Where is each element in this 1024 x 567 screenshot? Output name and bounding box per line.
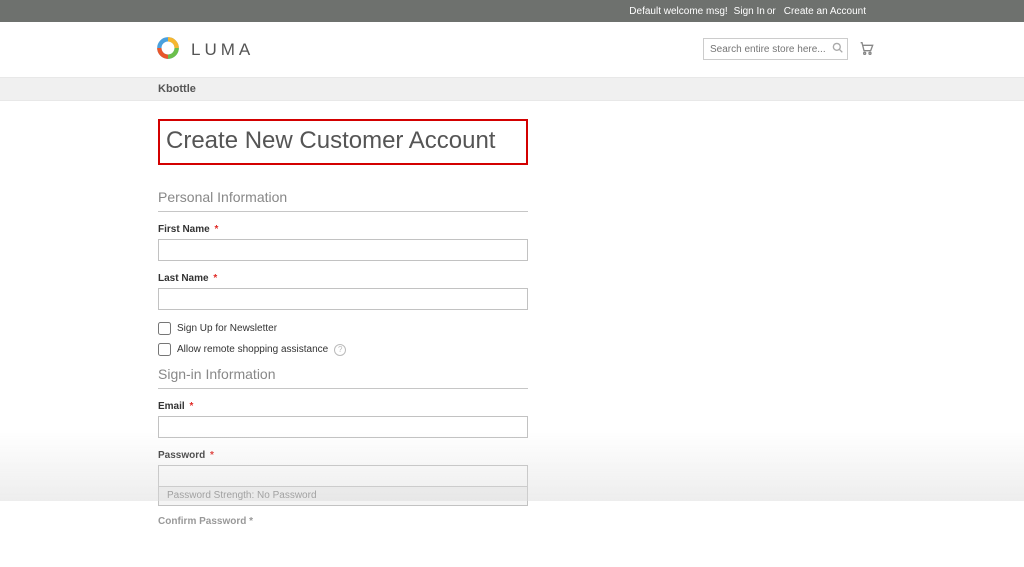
create-account-link[interactable]: Create an Account <box>784 6 866 17</box>
label-last-name: Last Name * <box>158 273 528 284</box>
label-first-name: First Name * <box>158 224 528 235</box>
header-right <box>703 38 874 60</box>
newsletter-row: Sign Up for Newsletter <box>158 322 680 335</box>
sign-in-link[interactable]: Sign In <box>734 6 765 17</box>
remote-assist-checkbox[interactable] <box>158 343 171 356</box>
search-icon[interactable] <box>832 42 843 56</box>
email-input[interactable] <box>158 416 528 438</box>
logo-row: LUMA <box>0 22 1024 77</box>
field-password: Password * <box>158 450 528 487</box>
newsletter-label: Sign Up for Newsletter <box>177 323 277 334</box>
welcome-msg: Default welcome msg! <box>629 6 727 17</box>
remote-assist-label: Allow remote shopping assistance <box>177 344 328 355</box>
content: Create New Customer Account Personal Inf… <box>0 101 680 567</box>
label-password: Password * <box>158 450 528 461</box>
field-email: Email * <box>158 401 528 438</box>
field-first-name: First Name * <box>158 224 528 261</box>
remote-assist-row: Allow remote shopping assistance ? <box>158 343 680 356</box>
password-input[interactable] <box>158 465 528 487</box>
newsletter-checkbox[interactable] <box>158 322 171 335</box>
search-input[interactable] <box>703 38 848 60</box>
password-strength: Password Strength: No Password <box>158 486 528 506</box>
label-confirm-password: Confirm Password * <box>158 516 680 527</box>
last-name-input[interactable] <box>158 288 528 310</box>
top-header: Default welcome msg! Sign In or Create a… <box>0 0 1024 22</box>
section-personal: Personal Information <box>158 189 528 212</box>
nav-item-kbottle[interactable]: Kbottle <box>158 83 196 95</box>
field-last-name: Last Name * <box>158 273 528 310</box>
section-signin: Sign-in Information <box>158 366 528 389</box>
cart-icon[interactable] <box>858 40 874 59</box>
help-icon[interactable]: ? <box>334 344 346 356</box>
page-title: Create New Customer Account <box>158 119 528 165</box>
nav-strip: Kbottle <box>0 77 1024 101</box>
search-wrap <box>703 38 848 60</box>
first-name-input[interactable] <box>158 239 528 261</box>
logo-icon <box>155 35 181 64</box>
or-sep: or <box>767 6 776 17</box>
brand-name: LUMA <box>191 40 254 60</box>
brand[interactable]: LUMA <box>155 35 254 64</box>
label-email: Email * <box>158 401 528 412</box>
